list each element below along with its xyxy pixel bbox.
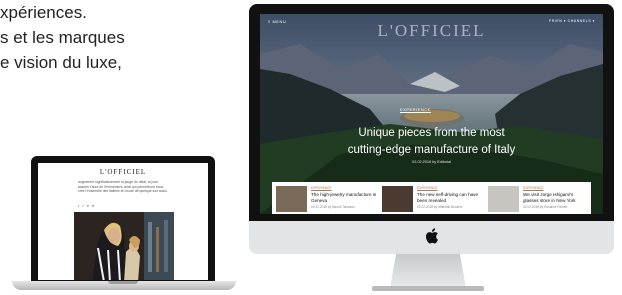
laptop-share-icons[interactable]: f ✓ P ✉ [78,204,95,208]
article-card-image [382,186,413,212]
article-card-meta: 02.02.2018 by Mathilde Bouliers [417,205,463,209]
laptop-webpage: L'OFFICIEL augmenter significativement l… [38,163,208,280]
article-cards-row: EXPERIENCE The high-jewelry manufacture … [272,182,591,214]
article-card-meta: 02.02.2018 by Naomi Tanaison [311,205,355,209]
article-card-tag[interactable]: EXPERIENCE [523,186,544,190]
article-card[interactable]: EXPERIENCE The new self-driving can have… [380,186,482,214]
laptop-article-photo [74,212,174,280]
article-card-title[interactable]: The high-jewelry manufacture in Geneva [311,192,377,203]
hero-date: 02.02.2018 by Editorial [412,160,451,164]
intro-line-2: s et les marques [0,28,125,47]
hero-title-line-1: Unique pieces from the most [358,127,505,139]
article-card-tag[interactable]: EXPERIENCE [311,186,332,190]
hero-title-line-2: cutting-edge manufacture of Italy [347,144,516,156]
apple-logo-icon [425,228,438,244]
imac-screen: ≡ MENU FR/EN ▾ CHANNELS ▾ L'OFFICIEL EXP… [260,14,603,214]
hero-title[interactable]: Unique pieces from the most cutting-edge… [260,125,603,159]
hero-category-tag[interactable]: EXPERIENCE [400,107,431,112]
article-card[interactable]: EXPERIENCE The high-jewelry manufacture … [274,186,376,214]
article-card-meta: 02.02.2018 by Rosaline Palmer [523,205,568,209]
imac-stand [390,254,466,288]
intro-line-3: e vision du luxe, [0,53,122,72]
article-card-image [276,186,307,212]
article-card-image [488,186,519,212]
laptop-article-text: augmenter significativement la jauge du … [78,180,168,194]
intro-line-1: xpériences. [0,3,87,22]
article-card-title[interactable]: The new self-driving can have been revea… [417,192,483,203]
intro-text: xpériences. s et les marques e vision du… [0,0,200,75]
laptop-site-logo[interactable]: L'OFFICIEL [38,168,208,176]
site-logo[interactable]: L'OFFICIEL [260,21,603,41]
laptop-screen: L'OFFICIEL augmenter significativement l… [31,156,215,282]
article-card-tag[interactable]: EXPERIENCE [417,186,438,190]
laptop-notch [108,281,138,284]
article-card[interactable]: EXPERIENCE We visit Jorge Ishigami's gla… [486,186,588,214]
imac-foot [372,286,484,291]
article-card-title[interactable]: We visit Jorge Ishigami's glasses store … [523,192,589,203]
